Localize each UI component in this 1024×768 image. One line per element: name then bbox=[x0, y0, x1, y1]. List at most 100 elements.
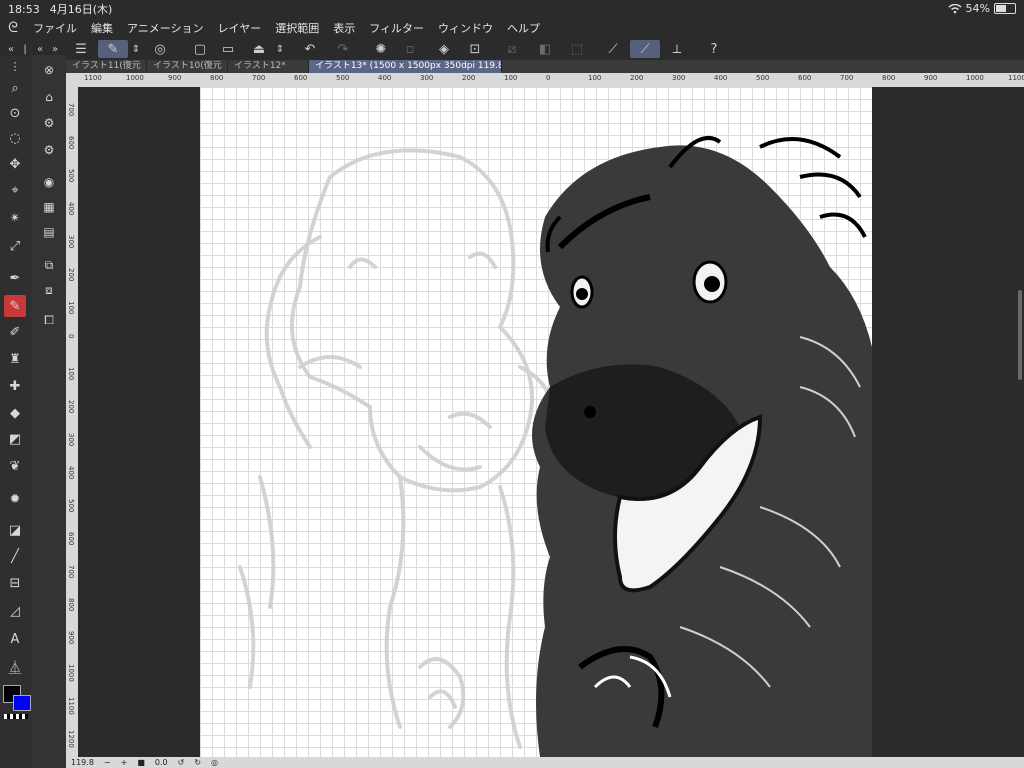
fill-tool-icon[interactable]: ◆ bbox=[4, 402, 26, 424]
layer-icon[interactable]: ⧈ bbox=[39, 280, 59, 300]
quick-access-icon[interactable]: ✎ bbox=[98, 40, 128, 58]
object-tool-icon[interactable]: ⌖ bbox=[4, 179, 26, 201]
zoom-tool-icon[interactable]: ⌕ bbox=[4, 77, 26, 99]
gradient-tool-icon[interactable]: ◪ bbox=[4, 519, 26, 541]
lasso-tool-icon[interactable]: ◌ bbox=[4, 127, 26, 149]
animation-timeline-icon[interactable]: ▤ bbox=[39, 222, 59, 242]
tab-illust-12[interactable]: イラスト12* bbox=[228, 60, 309, 73]
crop-icon[interactable]: ⬚ bbox=[567, 40, 587, 58]
save-icon[interactable]: ⏏ bbox=[248, 40, 270, 58]
deselect-icon[interactable]: ⧄ bbox=[502, 40, 522, 58]
ruler-tick-label: 400 bbox=[67, 202, 75, 216]
ruler-tick-label: 0 bbox=[546, 74, 551, 82]
app-logo-button-icon[interactable]: ◎ bbox=[150, 40, 170, 58]
ruler-tick-label: 700 bbox=[840, 74, 854, 82]
sub-tool-strip: ⊗ ⌂ ⚙ ⚙ ◉ ▦ ▤ ⧉ ⧈ ⧠ bbox=[31, 55, 66, 768]
tool-palette-handle-icon[interactable]: ⋮ bbox=[4, 55, 26, 77]
transparent-color-swatch[interactable] bbox=[4, 714, 28, 719]
menu-help[interactable]: ヘルプ bbox=[500, 20, 547, 36]
help-icon[interactable]: ? bbox=[703, 40, 725, 58]
transform-icon[interactable]: ⊡ bbox=[465, 40, 485, 58]
tab-illust-10[interactable]: イラスト10(復元 bbox=[147, 60, 228, 73]
app-logo-icon[interactable]: ᘓ bbox=[0, 20, 26, 36]
save-arrows-icon[interactable]: ⇕ bbox=[274, 40, 286, 58]
image-material-icon[interactable]: ⧠ bbox=[39, 310, 59, 330]
ruler-tick-label: 800 bbox=[882, 74, 896, 82]
select-invert-icon[interactable]: ◧ bbox=[535, 40, 555, 58]
ruler-tick-label: 300 bbox=[67, 433, 75, 447]
menu-view[interactable]: 表示 bbox=[326, 20, 362, 36]
figure-tool-icon[interactable]: ╱ bbox=[4, 545, 26, 567]
menu-edit[interactable]: 編集 bbox=[84, 20, 120, 36]
pencil-tool-icon[interactable]: ✎ bbox=[4, 295, 26, 317]
battery-fill bbox=[996, 5, 1006, 12]
airbrush-tool-icon[interactable]: ♜ bbox=[4, 348, 26, 370]
search-icon[interactable]: ⊗ bbox=[39, 60, 59, 80]
rotation-value[interactable]: 0.0 bbox=[150, 758, 173, 767]
color-mixing-icon[interactable]: ✹ bbox=[4, 488, 26, 510]
ruler-tick-label: 200 bbox=[462, 74, 476, 82]
eraser-tool-icon[interactable]: ◩ bbox=[4, 428, 26, 450]
sub-tool-detail-icon[interactable]: ⚙ bbox=[39, 140, 59, 160]
menu-animation[interactable]: アニメーション bbox=[120, 20, 211, 36]
layer-property-icon[interactable]: ⌂ bbox=[39, 87, 59, 107]
draft-sketch bbox=[238, 148, 554, 749]
rotate-right-icon[interactable]: ↻ bbox=[189, 758, 206, 767]
command-bar: « | « » ☰ ✎ ⇕ ◎ ▢ ▭ ⏏ ⇕ ↶ ↷ ✺ ▫ ◈ ⊡ ⧄ ◧ … bbox=[0, 38, 1024, 61]
material-icon[interactable]: ▦ bbox=[39, 197, 59, 217]
move-tool-icon[interactable]: ✥ bbox=[4, 153, 26, 175]
ruler-tick-label: 700 bbox=[67, 565, 75, 579]
ruler-tool-icon[interactable]: ◿ bbox=[4, 600, 26, 622]
navigator-icon[interactable]: ◉ bbox=[39, 172, 59, 192]
fill-icon[interactable]: ◈ bbox=[433, 40, 455, 58]
tab-illust-11[interactable]: イラスト11(復元 bbox=[66, 60, 147, 73]
balloon-tool-icon[interactable]: ⏅ bbox=[4, 655, 26, 677]
status-bar: 18:53 4月16日(木) 54% bbox=[0, 0, 1024, 18]
menu-selection[interactable]: 選択範囲 bbox=[268, 20, 326, 36]
tab-label: イラスト10(復元 bbox=[153, 61, 222, 71]
ruler-snap-icon[interactable]: ⟋ bbox=[602, 40, 624, 58]
hamburger-menu-icon[interactable]: ☰ bbox=[72, 40, 90, 58]
layer-search-icon[interactable]: ⧉ bbox=[39, 255, 59, 275]
loading-icon[interactable]: ✺ bbox=[371, 40, 391, 58]
new-file-icon[interactable]: ▢ bbox=[190, 40, 210, 58]
blend-tool-icon[interactable]: ❦ bbox=[4, 455, 26, 477]
eyedropper-icon[interactable]: ⤢ bbox=[4, 235, 26, 257]
clear-icon[interactable]: ▫ bbox=[400, 40, 420, 58]
reset-view-icon[interactable]: ◎ bbox=[206, 758, 223, 767]
zoom-out-icon[interactable]: − bbox=[99, 758, 116, 767]
menu-file[interactable]: ファイル bbox=[26, 20, 84, 36]
text-tool-icon[interactable]: A bbox=[4, 628, 26, 650]
artwork-svg bbox=[238, 136, 872, 757]
magic-wand-icon[interactable]: ✴ bbox=[4, 207, 26, 229]
frame-tool-icon[interactable]: ⊟ bbox=[4, 572, 26, 594]
menu-layer[interactable]: レイヤー bbox=[211, 20, 269, 36]
pen-tool-icon[interactable]: ✒ bbox=[4, 267, 26, 289]
open-folder-icon[interactable]: ▭ bbox=[218, 40, 238, 58]
updown-arrow-icon[interactable]: ⇕ bbox=[130, 40, 142, 58]
redo-icon[interactable]: ↷ bbox=[333, 40, 353, 58]
move-layer-tool-icon[interactable]: ⊙ bbox=[4, 102, 26, 124]
fit-icon[interactable]: ■ bbox=[132, 758, 150, 767]
menu-filter[interactable]: フィルター bbox=[362, 20, 431, 36]
menu-window[interactable]: ウィンドウ bbox=[431, 20, 500, 36]
tab-illust-13[interactable]: イラスト13* (1500 x 1500px 350dpi 119.8%) bbox=[309, 60, 502, 73]
ruler-tick-label: 300 bbox=[420, 74, 434, 82]
zoom-in-icon[interactable]: + bbox=[116, 758, 133, 767]
tool-settings-icon[interactable]: ⚙ bbox=[39, 113, 59, 133]
special-ruler-snap-icon[interactable]: ⟋ bbox=[630, 40, 660, 58]
zoom-value[interactable]: 119.8 bbox=[66, 758, 99, 767]
rotate-left-icon[interactable]: ↺ bbox=[173, 758, 190, 767]
sub-color-swatch[interactable] bbox=[13, 695, 31, 711]
ruler-tick-label: 900 bbox=[924, 74, 938, 82]
brush-tool-icon[interactable]: ✐ bbox=[4, 321, 26, 343]
ruler-tick-label: 500 bbox=[67, 499, 75, 513]
decoration-tool-icon[interactable]: ✚ bbox=[4, 375, 26, 397]
ruler-tick-label: 800 bbox=[67, 598, 75, 612]
ruler-tick-label: 600 bbox=[67, 532, 75, 546]
status-date: 4月16日(木) bbox=[49, 3, 113, 16]
grid-snap-icon[interactable]: ⟂ bbox=[666, 40, 688, 58]
drawing-canvas[interactable] bbox=[200, 87, 872, 757]
undo-icon[interactable]: ↶ bbox=[300, 40, 320, 58]
vertical-scrollbar[interactable] bbox=[1018, 290, 1022, 380]
